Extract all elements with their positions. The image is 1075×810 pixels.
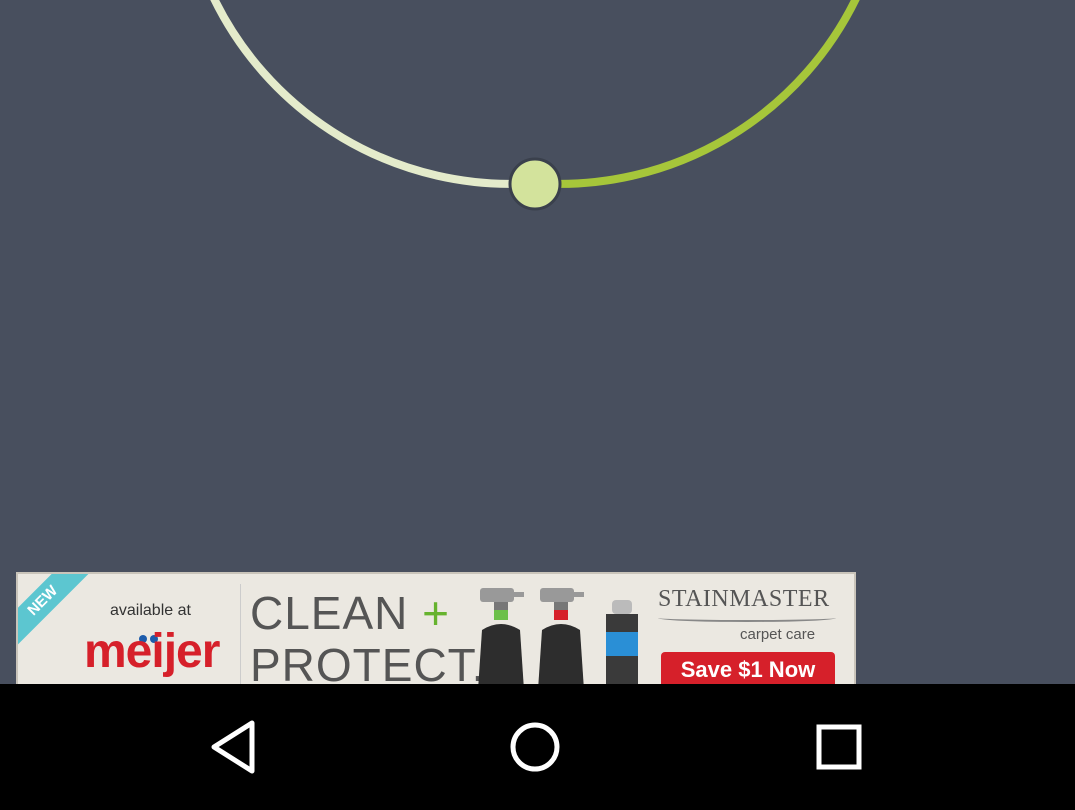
- ad-store-logo: meijer: [84, 625, 220, 678]
- ad-cta-button[interactable]: Save $1 Now: [661, 652, 835, 684]
- ad-ribbon: NEW: [18, 574, 92, 650]
- ad-divider: [240, 584, 241, 684]
- slider-thumb[interactable]: [508, 157, 562, 211]
- ad-brand: STAINMASTER: [658, 586, 830, 612]
- home-icon: [510, 722, 560, 772]
- back-button[interactable]: [204, 717, 264, 777]
- slider-track-left: [210, 0, 539, 188]
- back-icon: [211, 720, 255, 774]
- ad-headline-line1: CLEAN +: [250, 586, 450, 640]
- ad-brand-swoosh: [658, 614, 836, 622]
- ad-banner[interactable]: NEW available at meijer CLEAN + PROTECT.…: [16, 572, 856, 684]
- ad-headline-plus: +: [422, 587, 451, 639]
- home-button[interactable]: [505, 717, 565, 777]
- ad-brand-sub: carpet care: [740, 626, 816, 643]
- recents-button[interactable]: [809, 717, 869, 777]
- ad-headline-clean: CLEAN: [250, 587, 409, 639]
- slider-track-right: [531, 0, 860, 188]
- recents-icon: [816, 724, 862, 770]
- ad-headline-line2: PROTECT.: [250, 639, 486, 684]
- ad-available-text: available at: [110, 602, 191, 619]
- ad-product-image: [478, 588, 638, 684]
- navigation-bar: [0, 684, 1075, 810]
